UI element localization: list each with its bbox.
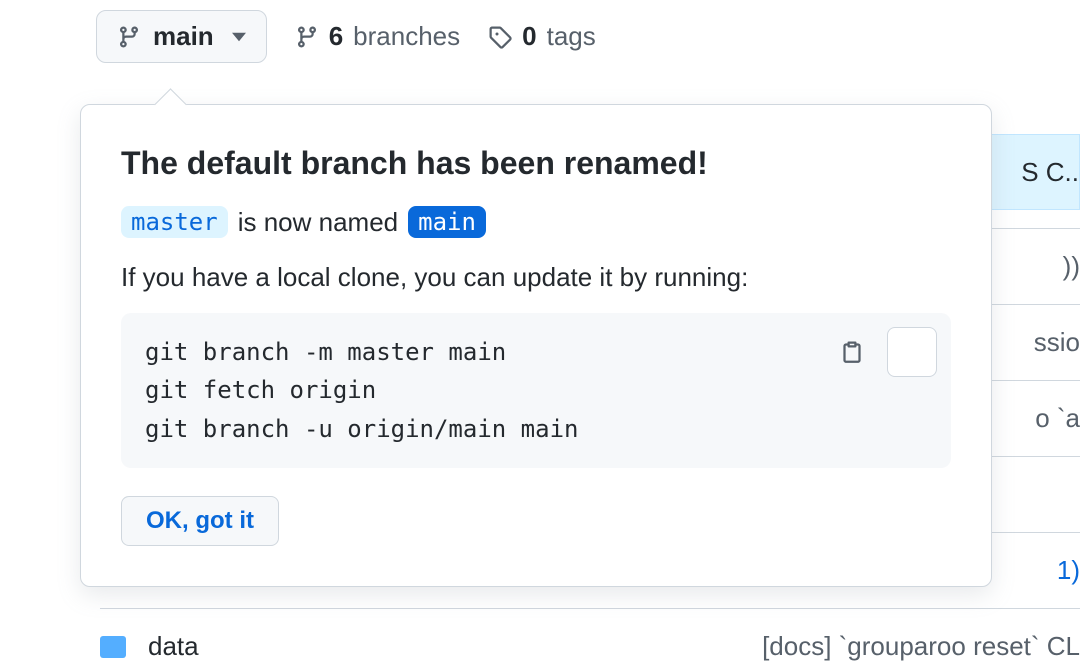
copy-button[interactable]	[887, 327, 937, 377]
code-content: git branch -m master main git fetch orig…	[145, 338, 578, 443]
file-row[interactable]: data [docs] `grouparoo reset` CL	[100, 608, 1080, 662]
tag-icon	[488, 25, 512, 49]
row-fragment: ))	[1063, 251, 1080, 282]
popover-title: The default branch has been renamed!	[121, 145, 951, 182]
old-branch-label: master	[121, 206, 228, 238]
instructions-text: If you have a local clone, you can updat…	[121, 262, 951, 293]
git-branch-icon	[117, 25, 141, 49]
folder-icon	[100, 636, 126, 658]
file-name: data	[148, 631, 199, 662]
clipboard-icon	[840, 263, 985, 441]
code-block: git branch -m master main git fetch orig…	[121, 313, 951, 468]
current-branch-name: main	[153, 21, 214, 52]
new-branch-label: main	[408, 206, 486, 238]
tags-count: 0	[522, 21, 536, 52]
caret-down-icon	[232, 32, 246, 42]
ok-got-it-button[interactable]: OK, got it	[121, 496, 279, 546]
git-branch-icon	[295, 25, 319, 49]
commit-message: [docs] `grouparoo reset` CL	[762, 631, 1080, 662]
is-now-named-text: is now named	[238, 207, 398, 238]
branch-selector-button[interactable]: main	[96, 10, 267, 63]
tags-link[interactable]: 0 tags	[488, 21, 596, 52]
commit-header-fragment: S C..	[1021, 157, 1079, 188]
row-fragment: 1)	[1057, 555, 1080, 586]
tags-word: tags	[547, 21, 596, 52]
branches-count: 6	[329, 21, 343, 52]
branch-renamed-popover: The default branch has been renamed! mas…	[80, 104, 992, 587]
rename-summary-line: master is now named main	[121, 206, 951, 238]
branches-link[interactable]: 6 branches	[295, 21, 460, 52]
branches-word: branches	[353, 21, 460, 52]
row-fragment: o `a	[1035, 403, 1080, 434]
row-fragment: ssio	[1034, 327, 1080, 358]
